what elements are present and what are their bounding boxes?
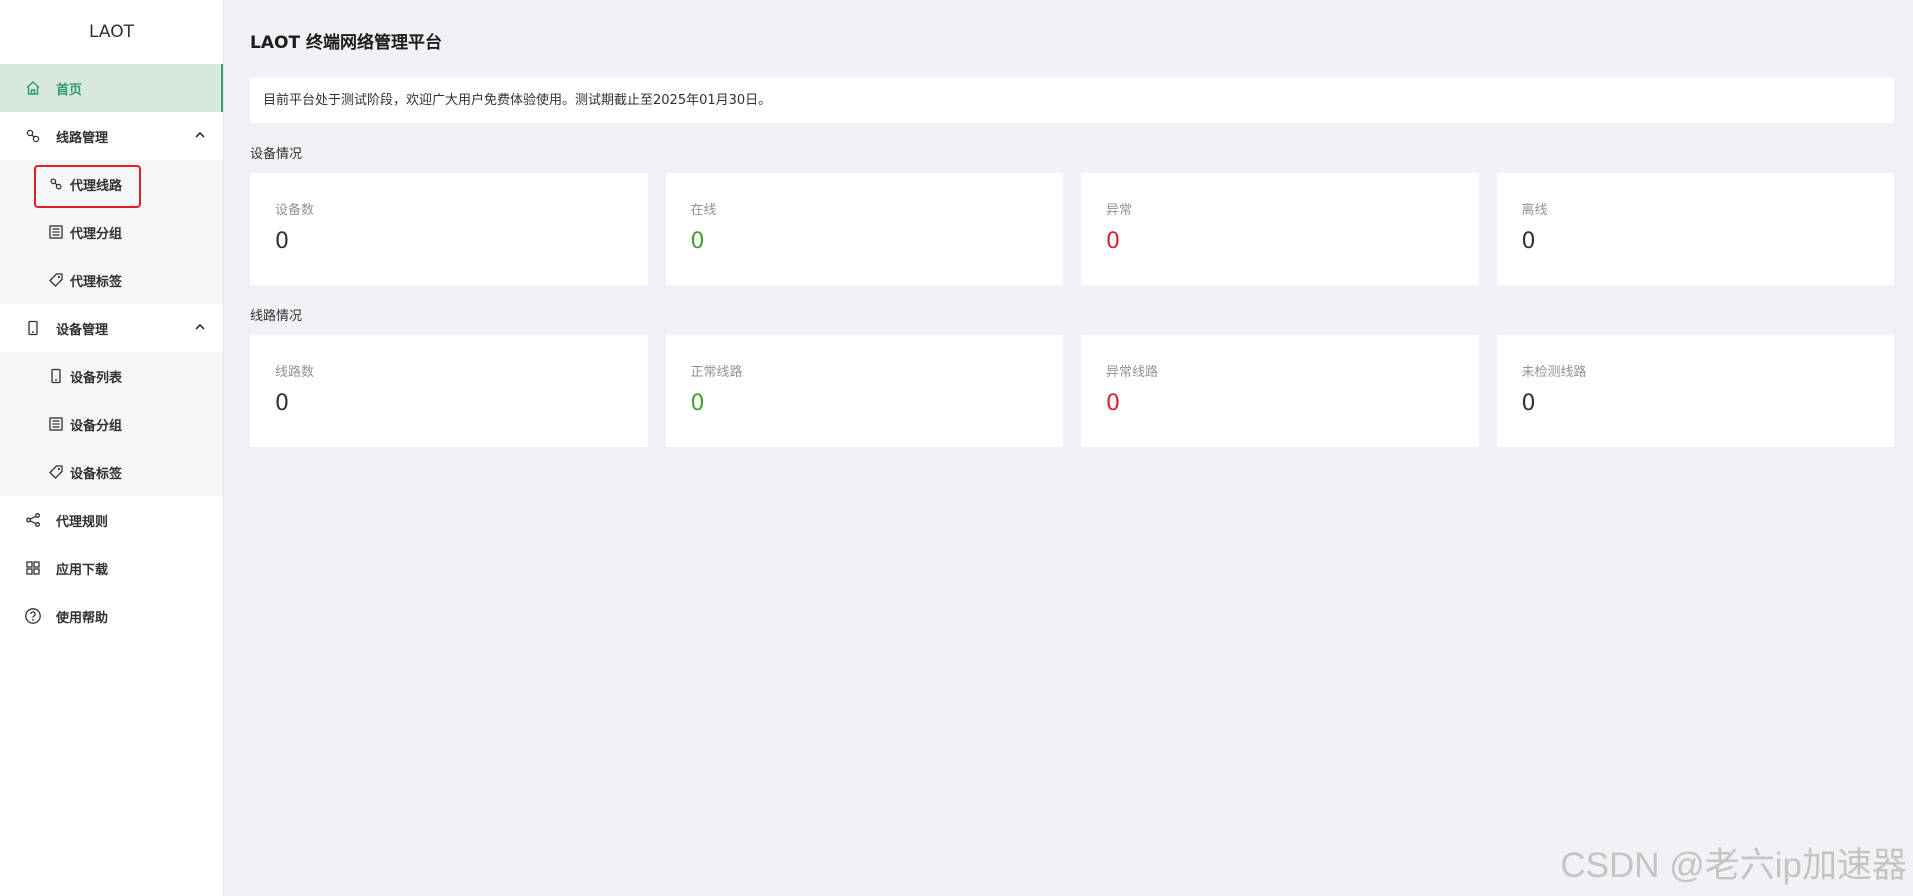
link-icon xyxy=(24,127,42,145)
group-icon xyxy=(48,416,64,432)
grid-icon xyxy=(24,559,42,577)
sidebar-item-proxy-rules[interactable]: 代理规则 xyxy=(0,496,223,544)
sidebar-item-device-management[interactable]: 设备管理 xyxy=(0,304,223,352)
sidebar-item-label: 代理分组 xyxy=(70,226,123,242)
stat-card-online: 在线 0 xyxy=(665,173,1063,285)
stat-value: 0 xyxy=(690,391,705,416)
sidebar-item-device-tags[interactable]: 设备标签 xyxy=(0,448,223,496)
device-stats: 设备数 0 在线 0 异常 0 离线 0 xyxy=(250,173,1894,285)
sidebar-item-proxy-lines[interactable]: 代理线路 xyxy=(0,160,223,208)
sidebar-item-label: 线路管理 xyxy=(56,130,109,146)
sidebar-item-proxy-groups[interactable]: 代理分组 xyxy=(0,208,223,256)
stat-card-line-count: 线路数 0 xyxy=(250,335,648,447)
sidebar-item-label: 代理标签 xyxy=(70,274,123,290)
stat-label: 异常线路 xyxy=(1106,365,1159,380)
stat-card-offline: 离线 0 xyxy=(1496,173,1894,285)
stat-label: 异常 xyxy=(1106,203,1133,218)
stat-value: 0 xyxy=(1521,391,1536,416)
stat-label: 离线 xyxy=(1521,203,1548,218)
tag-icon xyxy=(48,464,64,480)
stat-card-device-count: 设备数 0 xyxy=(250,173,648,285)
chevron-up-icon xyxy=(193,128,207,142)
line-section-title: 线路情况 xyxy=(250,309,303,324)
sidebar-item-label: 首页 xyxy=(56,82,83,98)
share-icon xyxy=(24,511,42,529)
phone-icon xyxy=(48,368,64,384)
sidebar-item-app-download[interactable]: 应用下载 xyxy=(0,544,223,592)
sidebar-item-label: 设备分组 xyxy=(70,418,123,434)
tag-icon xyxy=(48,272,64,288)
sidebar-item-label: 代理规则 xyxy=(56,514,109,530)
sidebar-item-label: 设备列表 xyxy=(70,370,123,386)
sidebar-item-label: 应用下载 xyxy=(56,562,109,578)
help-icon xyxy=(24,607,42,625)
chevron-up-icon xyxy=(193,320,207,334)
sidebar: LAOT 首页 线路管理 代理线路 代理分组 代理标签 设备管理 设备列表 设备… xyxy=(0,0,224,896)
stat-card-abnormal-lines: 异常线路 0 xyxy=(1081,335,1479,447)
sidebar-item-label: 设备标签 xyxy=(70,466,123,482)
stat-label: 线路数 xyxy=(275,365,315,380)
sidebar-item-label: 设备管理 xyxy=(56,322,109,338)
stat-label: 在线 xyxy=(690,203,717,218)
sidebar-item-line-management[interactable]: 线路管理 xyxy=(0,112,223,160)
main-content: LAOT 终端网络管理平台 目前平台处于测试阶段，欢迎广大用户免费体验使用。测试… xyxy=(225,0,1913,896)
sidebar-item-label: 使用帮助 xyxy=(56,610,109,626)
sidebar-item-proxy-tags[interactable]: 代理标签 xyxy=(0,256,223,304)
stat-label: 未检测线路 xyxy=(1521,365,1587,380)
stat-label: 正常线路 xyxy=(690,365,743,380)
app-logo[interactable]: LAOT xyxy=(0,0,223,64)
sidebar-item-help[interactable]: 使用帮助 xyxy=(0,592,223,640)
sidebar-item-device-list[interactable]: 设备列表 xyxy=(0,352,223,400)
sidebar-item-label: 代理线路 xyxy=(70,178,123,194)
line-management-submenu: 代理线路 代理分组 代理标签 xyxy=(0,160,223,304)
stat-value: 0 xyxy=(1106,229,1120,254)
sidebar-item-device-groups[interactable]: 设备分组 xyxy=(0,400,223,448)
device-management-submenu: 设备列表 设备分组 设备标签 xyxy=(0,352,223,496)
stat-value: 0 xyxy=(275,229,289,254)
page-title: LAOT 终端网络管理平台 xyxy=(250,33,442,53)
stat-card-abnormal: 异常 0 xyxy=(1081,173,1479,285)
stat-value: 0 xyxy=(1106,391,1120,416)
stat-value: 0 xyxy=(690,229,705,254)
stat-card-unchecked-lines: 未检测线路 0 xyxy=(1496,335,1894,447)
stat-card-normal-lines: 正常线路 0 xyxy=(665,335,1063,447)
link-icon xyxy=(48,176,64,192)
group-icon xyxy=(48,224,64,240)
stat-label: 设备数 xyxy=(275,203,315,218)
stat-value: 0 xyxy=(275,391,289,416)
home-icon xyxy=(24,79,42,97)
line-stats: 线路数 0 正常线路 0 异常线路 0 未检测线路 0 xyxy=(250,335,1894,447)
stat-value: 0 xyxy=(1521,229,1536,254)
watermark: CSDN @老六ip加速器 xyxy=(1560,846,1907,885)
phone-icon xyxy=(24,319,42,337)
sidebar-item-home[interactable]: 首页 xyxy=(0,64,223,112)
notice-banner: 目前平台处于测试阶段，欢迎广大用户免费体验使用。测试期截止至2025年01月30… xyxy=(250,78,1894,123)
device-section-title: 设备情况 xyxy=(250,147,303,162)
